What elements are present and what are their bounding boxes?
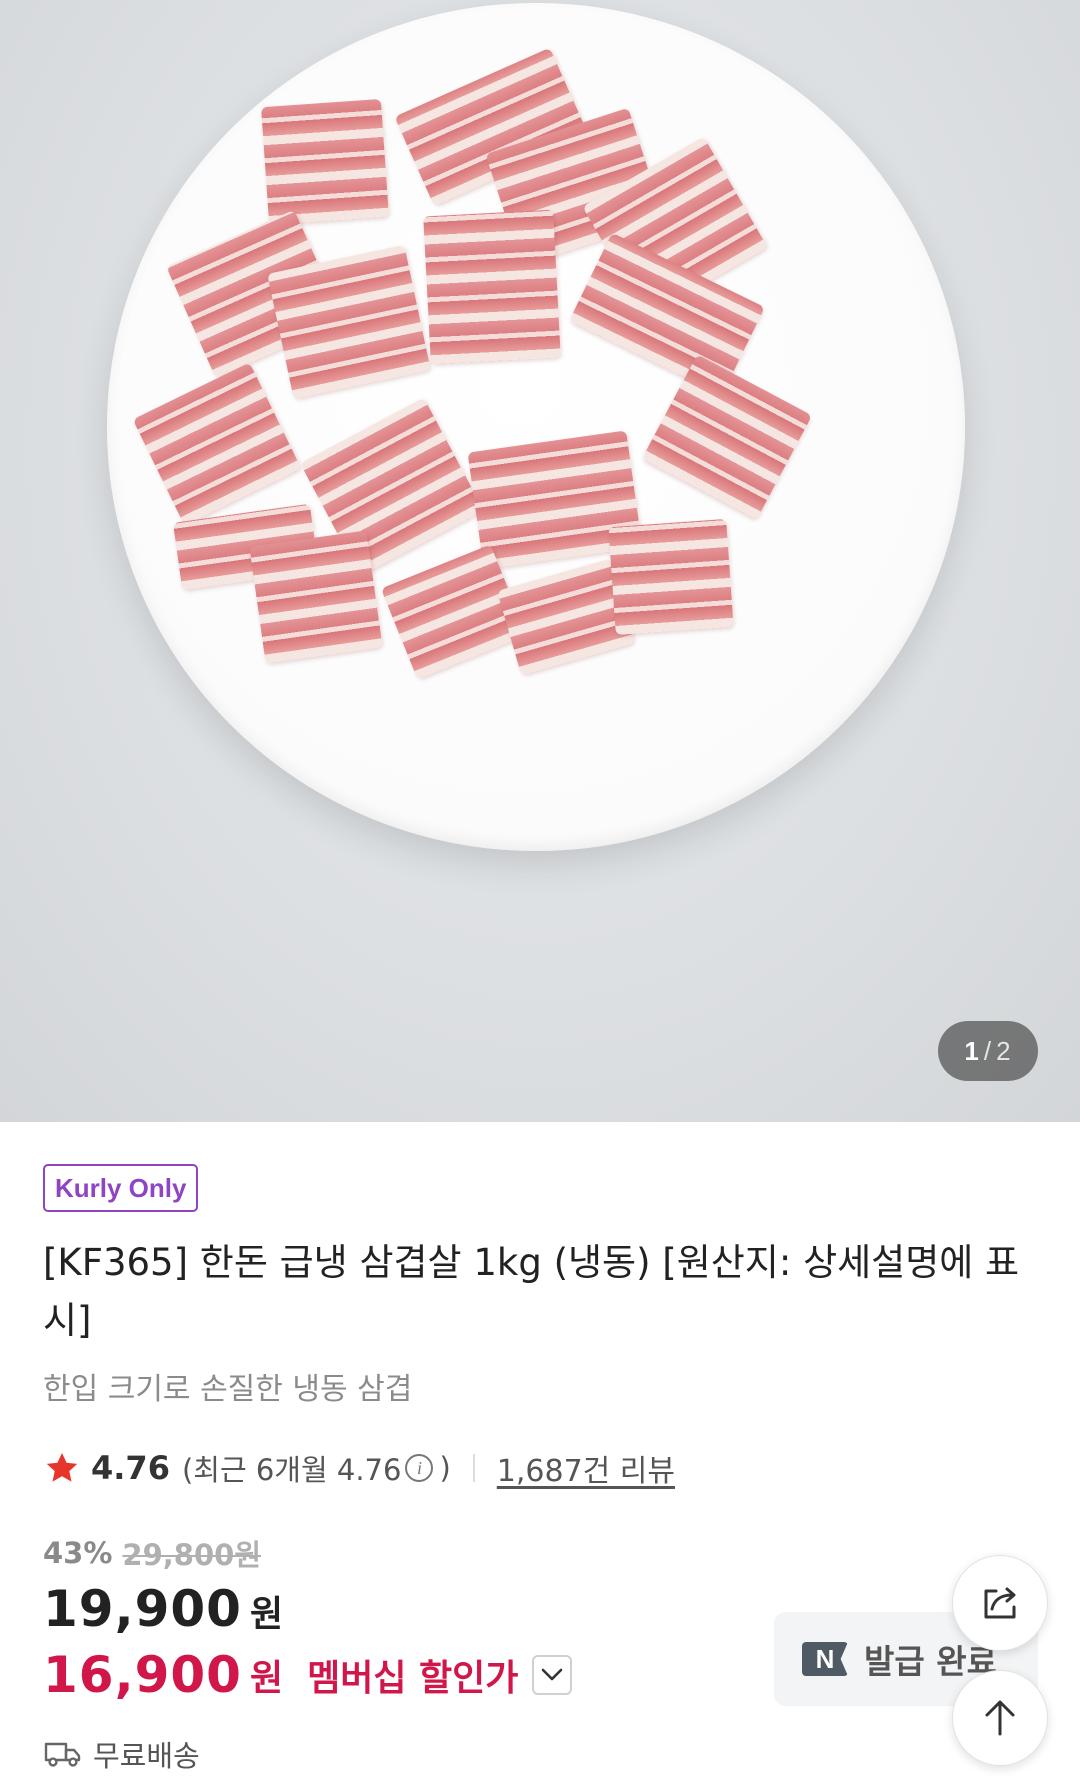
star-icon (46, 1452, 78, 1482)
membership-price-unit: 원 (249, 1658, 284, 1699)
recent-rating-close: ) (439, 1451, 451, 1485)
delivery-info: 무료배송 (43, 1733, 200, 1775)
membership-price-label: 멤버십 할인가 (307, 1658, 519, 1699)
pork-slice (423, 209, 561, 365)
truck-icon (44, 1742, 81, 1767)
membership-expand-button[interactable] (532, 1655, 573, 1695)
membership-price: 16,900 (43, 1646, 242, 1704)
total-pages: 2 (996, 1035, 1012, 1066)
delivery-label: 무료배송 (93, 1739, 200, 1773)
pork-slice (267, 244, 431, 400)
discount-rate: 43% (43, 1536, 113, 1570)
share-button[interactable] (952, 1555, 1048, 1651)
price-row: 19,900 원 (43, 1580, 283, 1638)
arrow-up-icon (985, 1700, 1015, 1736)
divider (472, 1454, 475, 1482)
product-image-gallery[interactable]: 1 / 2 (0, 0, 1080, 1122)
original-price: 29,800원 (122, 1538, 262, 1572)
pork-slice (132, 362, 302, 526)
discount-row: 43% 29,800원 (43, 1532, 261, 1574)
naver-n-icon: N (802, 1642, 848, 1676)
share-icon (984, 1587, 1016, 1619)
image-page-indicator: 1 / 2 (938, 1021, 1038, 1081)
recent-rating-text: (최근 6개월 4.76 (181, 1453, 402, 1487)
product-info: Kurly Only [KF365] 한돈 급냉 삼겹살 1kg (냉동) [원… (43, 1164, 1043, 1408)
recent-rating: (최근 6개월 4.76 i ) (182, 1447, 451, 1489)
pork-slice (608, 519, 734, 635)
sale-price-unit: 원 (249, 1594, 284, 1635)
rating-row: 4.76 (최근 6개월 4.76 i ) 1,687건 리뷰 (43, 1446, 675, 1490)
info-icon[interactable]: i (405, 1454, 434, 1482)
membership-price-row: 16,900 원 멤버십 할인가 (43, 1646, 573, 1704)
scroll-top-button[interactable] (952, 1670, 1048, 1766)
chevron-down-icon (542, 1668, 563, 1681)
review-count-link[interactable]: 1,687건 리뷰 (497, 1446, 675, 1490)
pork-slice (641, 354, 813, 520)
current-page: 1 (964, 1035, 980, 1066)
rating-value: 4.76 (91, 1449, 170, 1487)
product-subtitle: 한입 크기로 손질한 냉동 삼겹 (43, 1372, 413, 1407)
product-title: [KF365] 한돈 급냉 삼겹살 1kg (냉동) [원산지: 상세설명에 표… (43, 1241, 1020, 1342)
pork-slice (249, 530, 383, 664)
sale-price: 19,900 (43, 1580, 242, 1638)
page-separator: / (983, 1035, 993, 1066)
product-photo-plate (107, 3, 965, 851)
pork-slice (261, 98, 389, 226)
kurly-only-badge: Kurly Only (43, 1164, 199, 1212)
